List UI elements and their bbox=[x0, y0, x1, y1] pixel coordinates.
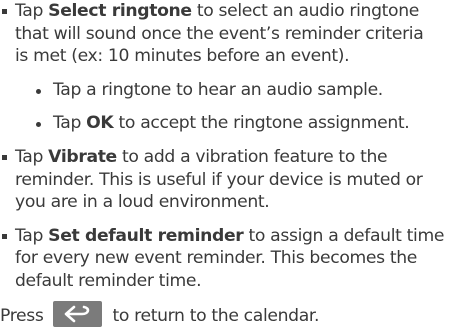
item-bold-term: Set default reminder bbox=[48, 225, 244, 246]
press-text: Press bbox=[0, 305, 44, 326]
item-line: Tap Set default reminder to assign a def… bbox=[15, 225, 464, 248]
back-arrow-icon bbox=[65, 305, 90, 322]
round-bullet-icon bbox=[36, 122, 41, 128]
item-text: to select an audio ringtone bbox=[191, 1, 420, 21]
sub-item-line: Tap OK to accept the ringtone assignment… bbox=[53, 112, 464, 135]
bullet-item-set-default-reminder: Tap Set default reminder to assign a def… bbox=[0, 225, 464, 293]
bullet-item-vibrate: Tap Vibrate to add a vibration feature t… bbox=[0, 146, 464, 214]
item-line: Tap Select ringtone to select an audio r… bbox=[15, 0, 464, 23]
item-bold-term: Select ringtone bbox=[48, 1, 192, 21]
item-line: you are in a loud environment. bbox=[15, 192, 270, 213]
sub-item-prefix: Tap bbox=[53, 113, 87, 134]
item-line: reminder. This is useful if your device … bbox=[15, 169, 423, 190]
square-bullet-icon bbox=[2, 154, 7, 160]
item-bold-term: Vibrate bbox=[48, 146, 117, 167]
back-key bbox=[53, 300, 103, 327]
item-text: to add a vibration feature to the bbox=[116, 146, 388, 167]
sub-bullet-item-accept-ringtone: Tap OK to accept the ringtone assignment… bbox=[0, 112, 464, 135]
sub-item-bold-term: OK bbox=[86, 113, 114, 134]
instruction-document: Tap Select ringtone to select an audio r… bbox=[0, 0, 464, 327]
sub-item-text: to accept the ringtone assignment. bbox=[113, 113, 410, 134]
item-text: to assign a default time bbox=[243, 225, 445, 246]
item-prefix: Tap bbox=[15, 146, 49, 167]
item-line: Tap Vibrate to add a vibration feature t… bbox=[15, 146, 464, 169]
item-line: is met (ex: 10 minutes before an event). bbox=[15, 46, 350, 67]
item-line: that will sound once the event’s reminde… bbox=[15, 23, 424, 44]
press-return-text: to return to the calendar. bbox=[112, 305, 320, 326]
press-back-instruction: Press to return to the calendar. bbox=[0, 300, 464, 327]
item-line: default reminder time. bbox=[15, 270, 202, 291]
square-bullet-icon bbox=[2, 9, 7, 14]
square-bullet-icon bbox=[2, 233, 7, 239]
sub-item-text: Tap a ringtone to hear an audio sample. bbox=[53, 79, 383, 100]
bullet-item-select-ringtone: Tap Select ringtone to select an audio r… bbox=[0, 0, 464, 68]
item-prefix: Tap bbox=[15, 1, 49, 21]
item-prefix: Tap bbox=[15, 225, 49, 246]
round-bullet-icon bbox=[36, 88, 41, 94]
item-line: for every new event reminder. This becom… bbox=[15, 248, 417, 269]
sub-bullet-item-hear-sample: Tap a ringtone to hear an audio sample. bbox=[0, 79, 464, 102]
